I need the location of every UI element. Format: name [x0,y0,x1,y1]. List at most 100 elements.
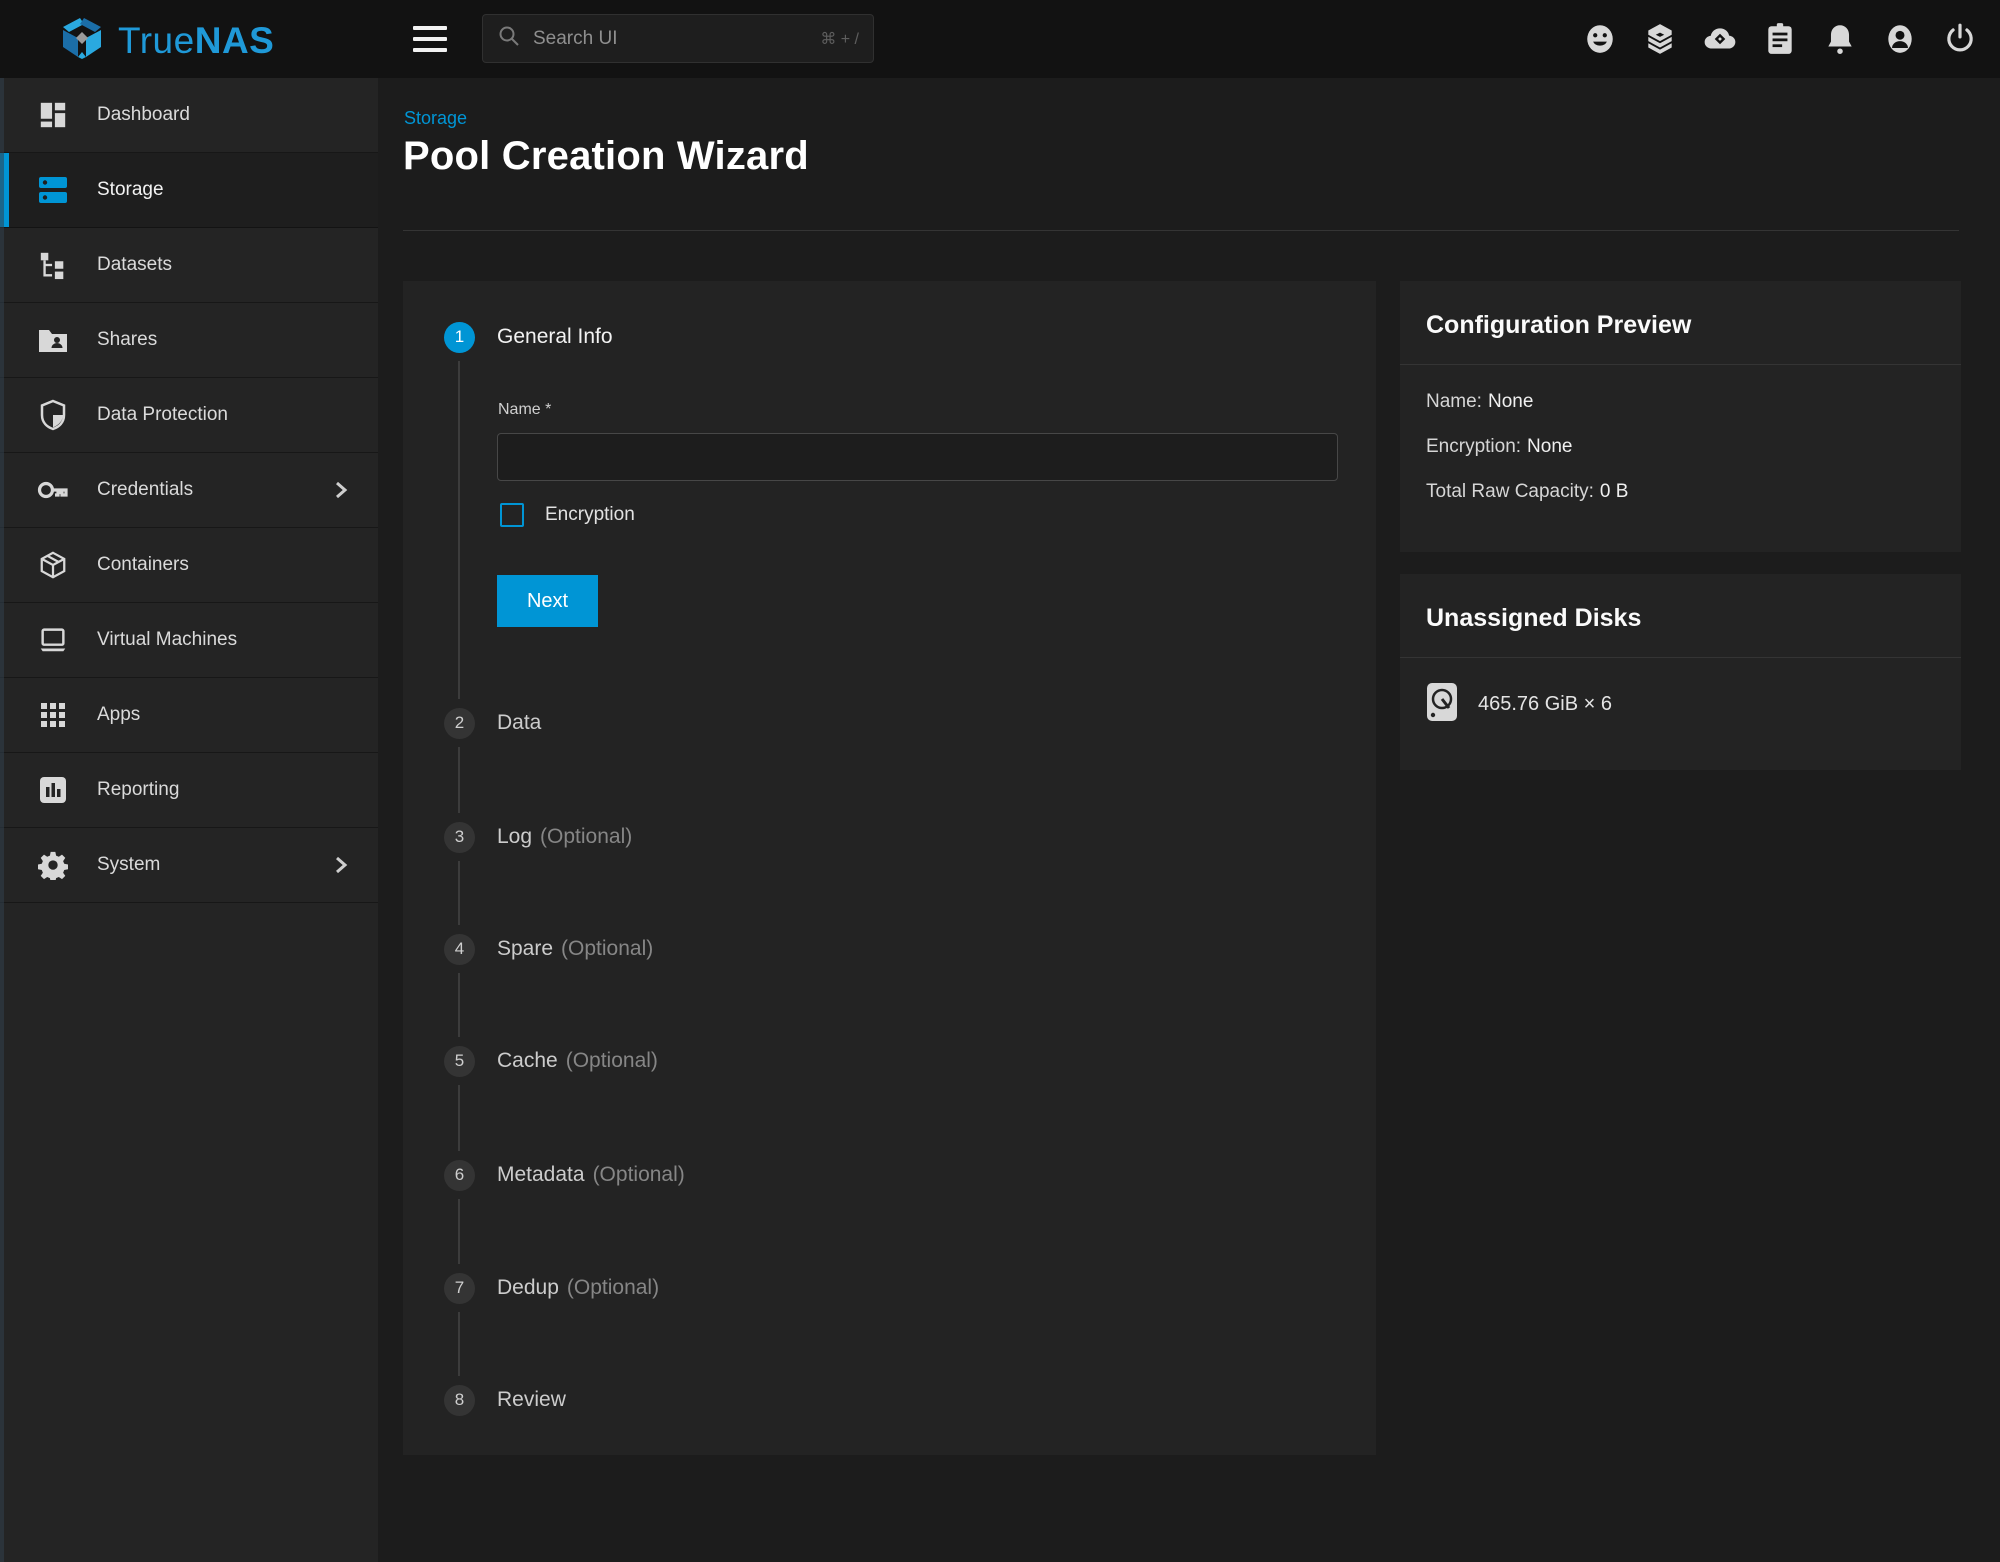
preview-row: Total Raw Capacity: 0 B [1426,481,1935,503]
step-connector-line [458,1085,460,1151]
sidebar-item-label: Reporting [97,779,179,801]
encryption-checkbox-row[interactable]: Encryption [500,503,635,527]
step-optional-tag: (Optional) [567,1276,659,1299]
wizard-step-dedup[interactable]: 7 Dedup(Optional) [403,1268,1376,1308]
step-label: Dedup(Optional) [497,1276,659,1300]
jobs-icon[interactable] [1762,21,1798,57]
global-search: ⌘ + / [482,14,874,63]
truecommand-icon[interactable] [1642,21,1678,57]
top-bar: TrueNAS ⌘ + / [0,0,2000,78]
configuration-preview-title: Configuration Preview [1400,281,1961,365]
power-icon[interactable] [1942,21,1978,57]
sidebar-item-label: Credentials [97,479,193,501]
step-connector-line [458,861,460,925]
step-number-badge: 1 [444,322,475,353]
step-optional-tag: (Optional) [540,825,632,848]
next-button[interactable]: Next [497,575,598,627]
sidebar-item-reporting[interactable]: Reporting [0,753,378,828]
step-connector-line [458,1199,460,1264]
sidebar-item-data-protection[interactable]: Data Protection [0,378,378,453]
apps-icon [37,699,69,731]
step-label: Review [497,1388,566,1412]
wizard-step-general-info[interactable]: 1General Info [403,317,1376,357]
sidebar-item-datasets[interactable]: Datasets [0,228,378,303]
step-label: Cache(Optional) [497,1049,658,1073]
dashboard-icon [37,99,69,131]
step-number-badge: 8 [444,1385,475,1416]
preview-row-value: None [1527,436,1572,457]
disk-size-text: 465.76 GiB × 6 [1478,693,1612,716]
breadcrumb[interactable]: Storage [404,108,467,129]
sidebar-item-label: Shares [97,329,157,351]
sidebar-nav: Dashboard Storage Datasets Shares Data Prote… [0,78,378,1562]
sidebar-scrollbar[interactable] [0,78,4,1562]
chevron-right-icon [332,856,350,874]
name-field-label: Name * [498,401,551,419]
reporting-icon [37,774,69,806]
sidebar-item-label: Apps [97,704,140,726]
wizard-step-metadata[interactable]: 6Metadata(Optional) [403,1155,1376,1195]
wizard-step-data[interactable]: 2Data [403,703,1376,743]
unassigned-disks-title: Unassigned Disks [1400,574,1961,658]
shares-icon [37,324,69,356]
preview-row-value: None [1488,391,1533,412]
encryption-label: Encryption [545,504,635,526]
step-label: Metadata(Optional) [497,1163,685,1187]
unassigned-disk-row: 465.76 GiB × 6 [1400,658,1961,751]
wizard-step-cache[interactable]: 5 Cache(Optional) [403,1041,1376,1081]
step-optional-tag: (Optional) [566,1049,658,1072]
pool-name-input[interactable] [497,433,1338,481]
preview-row-label: Encryption: [1426,436,1521,457]
sidebar-item-label: Data Protection [97,404,228,426]
sidebar-item-apps[interactable]: Apps [0,678,378,753]
user-account-icon[interactable] [1882,21,1918,57]
step-number-badge: 7 [444,1273,475,1304]
step-connector-line [458,973,460,1037]
wizard-step-log[interactable]: 3Log(Optional) [403,817,1376,857]
step-connector-line [458,747,460,813]
containers-icon [37,549,69,581]
sidebar-item-storage[interactable]: Storage [0,153,378,228]
step-connector-line [458,361,460,699]
sidebar-item-shares[interactable]: Shares [0,303,378,378]
preview-row: Encryption: None [1426,436,1935,458]
data-protection-icon [37,399,69,431]
menu-toggle-button[interactable] [413,24,447,54]
pool-wizard-card: Name * Encryption Next 1General Info 2Dat… [403,281,1376,1455]
sidebar-item-label: Datasets [97,254,172,276]
preview-row-value: 0 B [1600,481,1629,502]
wizard-step-review[interactable]: 8 Review [403,1380,1376,1420]
notifications-bell-icon[interactable] [1822,21,1858,57]
topbar-icon-group [1582,0,1978,78]
truenas-cloud-icon[interactable] [1702,21,1738,57]
step-number-badge: 5 [444,1046,475,1077]
chevron-right-icon [332,481,350,499]
sidebar-item-label: System [97,854,160,876]
search-input[interactable] [533,28,820,50]
preview-row-label: Total Raw Capacity: [1426,481,1594,502]
sidebar-item-label: Dashboard [97,104,190,126]
preview-row-label: Name: [1426,391,1482,412]
feedback-icon[interactable] [1582,21,1618,57]
search-icon [497,24,521,53]
sidebar-item-dashboard[interactable]: Dashboard [0,78,378,153]
sidebar-item-credentials[interactable]: Credentials [0,453,378,528]
sidebar-item-label: Storage [97,179,164,201]
sidebar-item-system[interactable]: System [0,828,378,903]
sidebar-item-virtual-machines[interactable]: Virtual Machines [0,603,378,678]
sidebar-item-label: Containers [97,554,189,576]
step-optional-tag: (Optional) [593,1163,685,1186]
hard-disk-icon [1426,682,1458,727]
datasets-icon [37,249,69,281]
configuration-preview-card: Configuration Preview Name:NoneEncryptio… [1400,281,1961,552]
sidebar-item-label: Virtual Machines [97,629,237,651]
page-title: Pool Creation Wizard [403,134,809,179]
sidebar-item-containers[interactable]: Containers [0,528,378,603]
wizard-step-spare[interactable]: 4Spare(Optional) [403,929,1376,969]
virtual-machines-icon [37,624,69,656]
storage-icon [37,174,69,206]
step-number-badge: 3 [444,822,475,853]
step-connector-line [458,1312,460,1376]
truenas-logo-icon [58,14,106,67]
encryption-checkbox[interactable] [500,503,524,527]
